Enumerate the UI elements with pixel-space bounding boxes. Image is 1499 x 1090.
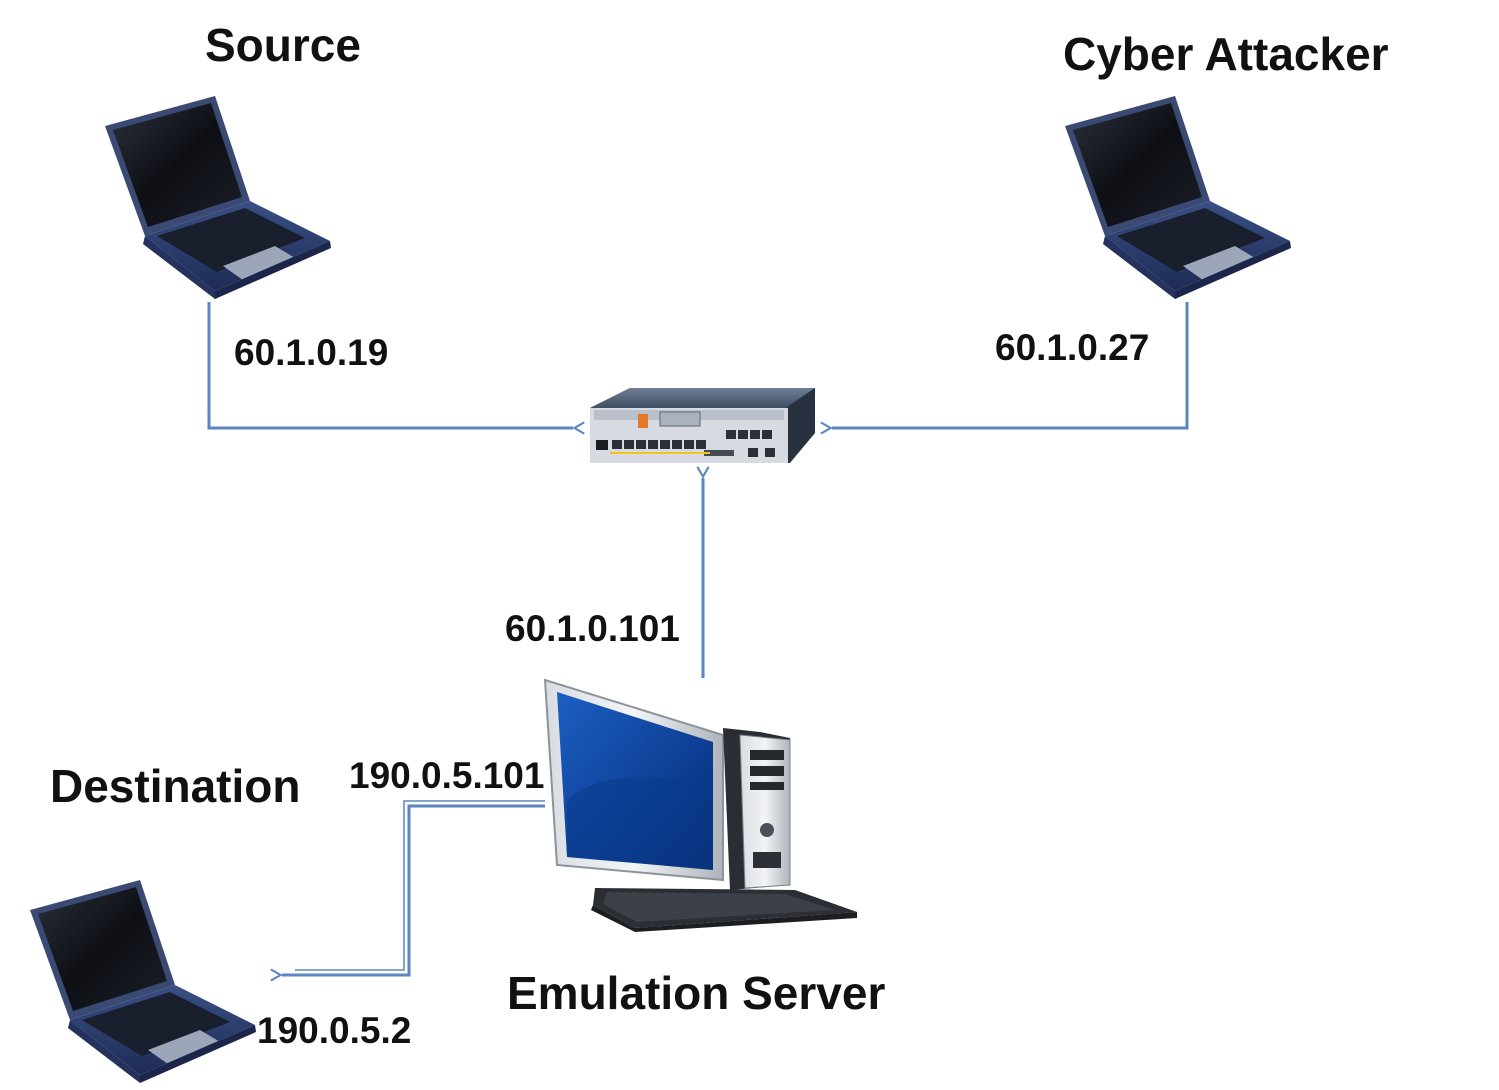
- link-server-destination: [270, 804, 545, 982]
- router-icon: [590, 388, 815, 463]
- attacker-laptop-icon: [1065, 96, 1291, 299]
- server-router-ip: 60.1.0.101: [505, 608, 680, 649]
- attacker-title: Cyber Attacker: [1063, 28, 1389, 80]
- destination-ip: 190.0.5.2: [257, 1010, 412, 1051]
- attacker-ip: 60.1.0.27: [995, 327, 1150, 368]
- source-title: Source: [205, 19, 361, 71]
- source-laptop-icon: [105, 96, 331, 299]
- server-title: Emulation Server: [507, 967, 886, 1019]
- destination-title: Destination: [50, 760, 301, 812]
- server-dest-ip: 190.0.5.101: [349, 755, 545, 796]
- source-ip: 60.1.0.19: [234, 332, 389, 373]
- link-server-destination-inner: [295, 800, 545, 971]
- network-diagram: [30, 96, 1291, 1083]
- destination-laptop-icon: [30, 880, 256, 1083]
- server-desktop-icon: [543, 678, 857, 932]
